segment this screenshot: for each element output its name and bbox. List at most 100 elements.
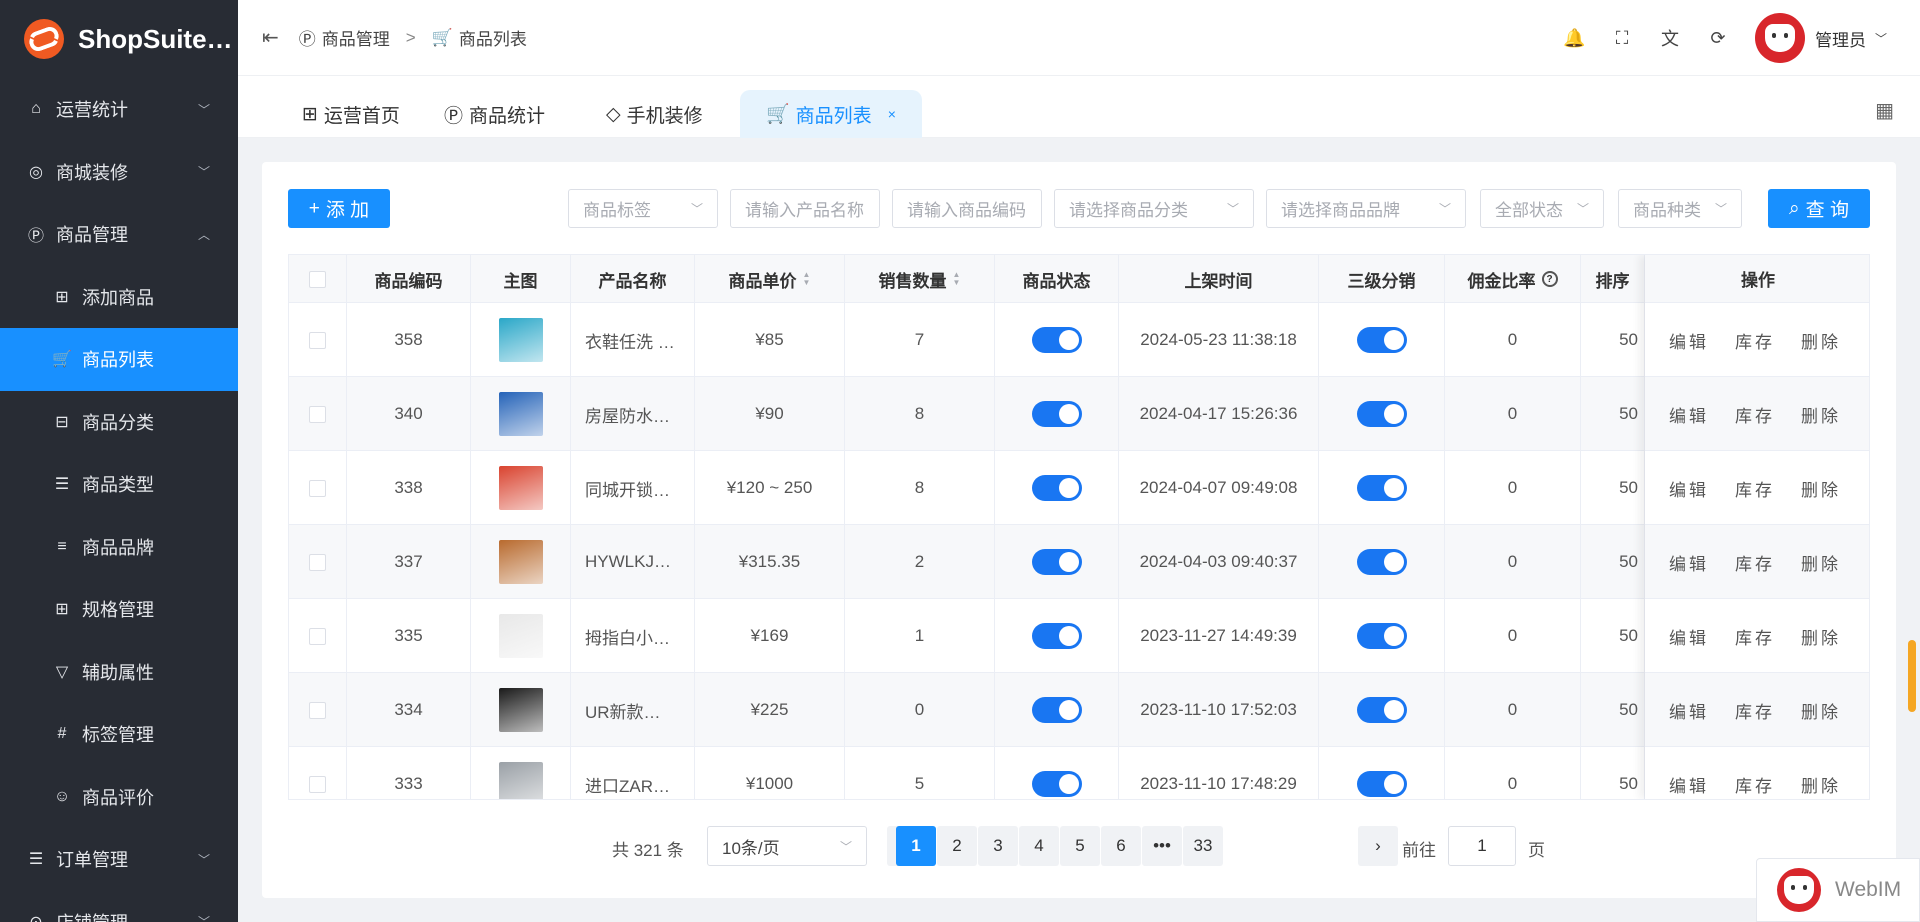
col-price[interactable]: 商品单价 ▲ ▼ [695, 255, 845, 303]
product-thumbnail[interactable] [498, 392, 543, 436]
product-thumbnail[interactable] [498, 688, 543, 732]
status-toggle[interactable] [1031, 549, 1082, 575]
delete-link[interactable]: 删除 [1801, 698, 1841, 723]
tab-home[interactable]: ⊞ 运营首页 [302, 90, 400, 138]
tab-product-list[interactable]: 🛒 商品列表 × [740, 90, 922, 138]
page-button[interactable]: 4 [1019, 826, 1059, 866]
edit-link[interactable]: 编辑 [1669, 698, 1709, 723]
table-row[interactable]: 338 同城开锁… ¥120 ~ 250 8 2024-04-07 09:49:08 0 5… [289, 451, 1869, 525]
sidebar-item-spec-management[interactable]: ⊞ 规格管理 [0, 578, 238, 641]
page-button[interactable]: 6 [1101, 826, 1141, 866]
menu-mall-decoration[interactable]: ◎ 商城装修 ﹀ [0, 141, 238, 204]
page-button[interactable]: 3 [978, 826, 1018, 866]
sidebar-item-aux-attributes[interactable]: ▽ 辅助属性 [0, 641, 238, 704]
row-checkbox[interactable] [309, 479, 326, 497]
sidebar-item-product-type[interactable]: ☰ 商品类型 [0, 453, 238, 516]
page-scrollbar[interactable] [1908, 640, 1916, 712]
category-select[interactable]: 请选择商品分类 ﹀ [1054, 189, 1254, 228]
chevron-down-icon[interactable]: ﹀ [1870, 30, 1892, 47]
delete-link[interactable]: 删除 [1801, 550, 1841, 575]
delete-link[interactable]: 删除 [1801, 402, 1841, 427]
row-checkbox[interactable] [309, 775, 326, 793]
stock-link[interactable]: 库存 [1735, 328, 1775, 353]
product-thumbnail[interactable] [498, 318, 543, 362]
menu-order-management[interactable]: ☰ 订单管理 ﹀ [0, 828, 238, 891]
refresh-icon[interactable]: ⟳ [1707, 28, 1729, 49]
distribution-toggle[interactable] [1356, 697, 1407, 723]
help-icon[interactable]: ? [1541, 271, 1558, 287]
page-size-select[interactable]: 10条/页 ﹀ [707, 826, 867, 866]
product-thumbnail[interactable] [498, 762, 543, 799]
page-button[interactable]: 1 [896, 826, 936, 866]
tab-product-stats[interactable]: Ⓟ 商品统计 [444, 90, 545, 138]
sidebar-item-product-category[interactable]: ⊟ 商品分类 [0, 391, 238, 454]
table-row[interactable]: 334 UR新款… ¥225 0 2023-11-10 17:52:03 0 50 [289, 673, 1869, 747]
add-product-button[interactable]: + 添 加 [288, 189, 390, 228]
product-kind-select[interactable]: 商品种类 ﹀ [1618, 189, 1742, 228]
app-logo[interactable]: ShopSuite… [0, 0, 238, 78]
breadcrumb-item-product-management[interactable]: 商品管理 [322, 25, 390, 50]
menu-store-management[interactable]: ⊙ 店铺管理﹀ [0, 891, 238, 922]
row-checkbox[interactable] [309, 553, 326, 571]
translate-icon[interactable]: 文 [1659, 25, 1681, 51]
distribution-toggle[interactable] [1356, 771, 1407, 797]
sort-icon[interactable]: ▲ ▼ [953, 271, 961, 287]
table-row[interactable]: 340 房屋防水… ¥90 8 2024-04-17 15:26:36 0 50 [289, 377, 1869, 451]
bell-icon[interactable]: 🔔 [1563, 28, 1585, 49]
product-code-input[interactable]: 请输入商品编码 [892, 189, 1042, 228]
delete-link[interactable]: 删除 [1801, 772, 1841, 797]
fullscreen-icon[interactable]: ⛶ [1611, 28, 1633, 49]
row-checkbox[interactable] [309, 701, 326, 719]
delete-link[interactable]: 删除 [1801, 476, 1841, 501]
product-tag-select[interactable]: 商品标签 ﹀ [568, 189, 718, 228]
status-select[interactable]: 全部状态 ﹀ [1480, 189, 1604, 228]
page-button[interactable]: 33 [1183, 826, 1223, 866]
stock-link[interactable]: 库存 [1735, 624, 1775, 649]
table-row[interactable]: 358 衣鞋任洗 … ¥85 7 2024-05-23 11:38:18 0 50 [289, 303, 1869, 377]
distribution-toggle[interactable] [1356, 475, 1407, 501]
page-button[interactable]: 5 [1060, 826, 1100, 866]
row-checkbox[interactable] [309, 331, 326, 349]
stock-link[interactable]: 库存 [1735, 476, 1775, 501]
edit-link[interactable]: 编辑 [1669, 402, 1709, 427]
distribution-toggle[interactable] [1356, 327, 1407, 353]
close-icon[interactable]: × [888, 106, 896, 122]
distribution-toggle[interactable] [1356, 549, 1407, 575]
status-toggle[interactable] [1031, 327, 1082, 353]
row-checkbox[interactable] [309, 405, 326, 423]
stock-link[interactable]: 库存 [1735, 550, 1775, 575]
sidebar-item-product-brand[interactable]: ≡ 商品品牌 [0, 516, 238, 579]
table-row[interactable]: 335 拇指白小… ¥169 1 2023-11-27 14:49:39 0 50 [289, 599, 1869, 673]
sidebar-item-add-product[interactable]: ⊞ 添加商品 [0, 266, 238, 329]
product-name-input[interactable]: 请输入产品名称 [730, 189, 880, 228]
distribution-toggle[interactable] [1356, 401, 1407, 427]
distribution-toggle[interactable] [1356, 623, 1407, 649]
product-thumbnail[interactable] [498, 540, 543, 584]
edit-link[interactable]: 编辑 [1669, 328, 1709, 353]
product-thumbnail[interactable] [498, 466, 543, 510]
webim-widget[interactable]: WebIM [1756, 858, 1920, 922]
next-page-button[interactable]: › [1358, 826, 1398, 866]
select-all-checkbox[interactable] [309, 270, 326, 288]
delete-link[interactable]: 删除 [1801, 624, 1841, 649]
edit-link[interactable]: 编辑 [1669, 550, 1709, 575]
status-toggle[interactable] [1031, 623, 1082, 649]
row-checkbox[interactable] [309, 627, 326, 645]
more-pages-button[interactable]: ••• [1142, 826, 1182, 866]
edit-link[interactable]: 编辑 [1669, 476, 1709, 501]
table-row[interactable]: 337 HYWLKJ… ¥315.35 2 2024-04-03 09:40:37 0 50 [289, 525, 1869, 599]
status-toggle[interactable] [1031, 771, 1082, 797]
grid-menu-icon[interactable]: ▦ [1875, 98, 1894, 123]
status-toggle[interactable] [1031, 401, 1082, 427]
page-button[interactable]: 2 [937, 826, 977, 866]
menu-operations-stats[interactable]: ⌂ 运营统计 ﹀ [0, 78, 238, 141]
tab-mobile-decor[interactable]: ◇ 手机装修 [606, 90, 703, 138]
sort-icon[interactable]: ▲ ▼ [803, 271, 811, 287]
sidebar-item-product-list[interactable]: 🛒 商品列表 [0, 328, 238, 391]
goto-page-input[interactable]: 1 [1448, 826, 1516, 866]
user-name[interactable]: 管理员 [1815, 26, 1866, 51]
sidebar-item-tag-management[interactable]: # 标签管理 [0, 703, 238, 766]
avatar[interactable] [1755, 13, 1805, 63]
collapse-sidebar-icon[interactable]: ⇤ [262, 25, 279, 50]
sidebar-item-product-review[interactable]: ☺ 商品评价 [0, 766, 238, 829]
